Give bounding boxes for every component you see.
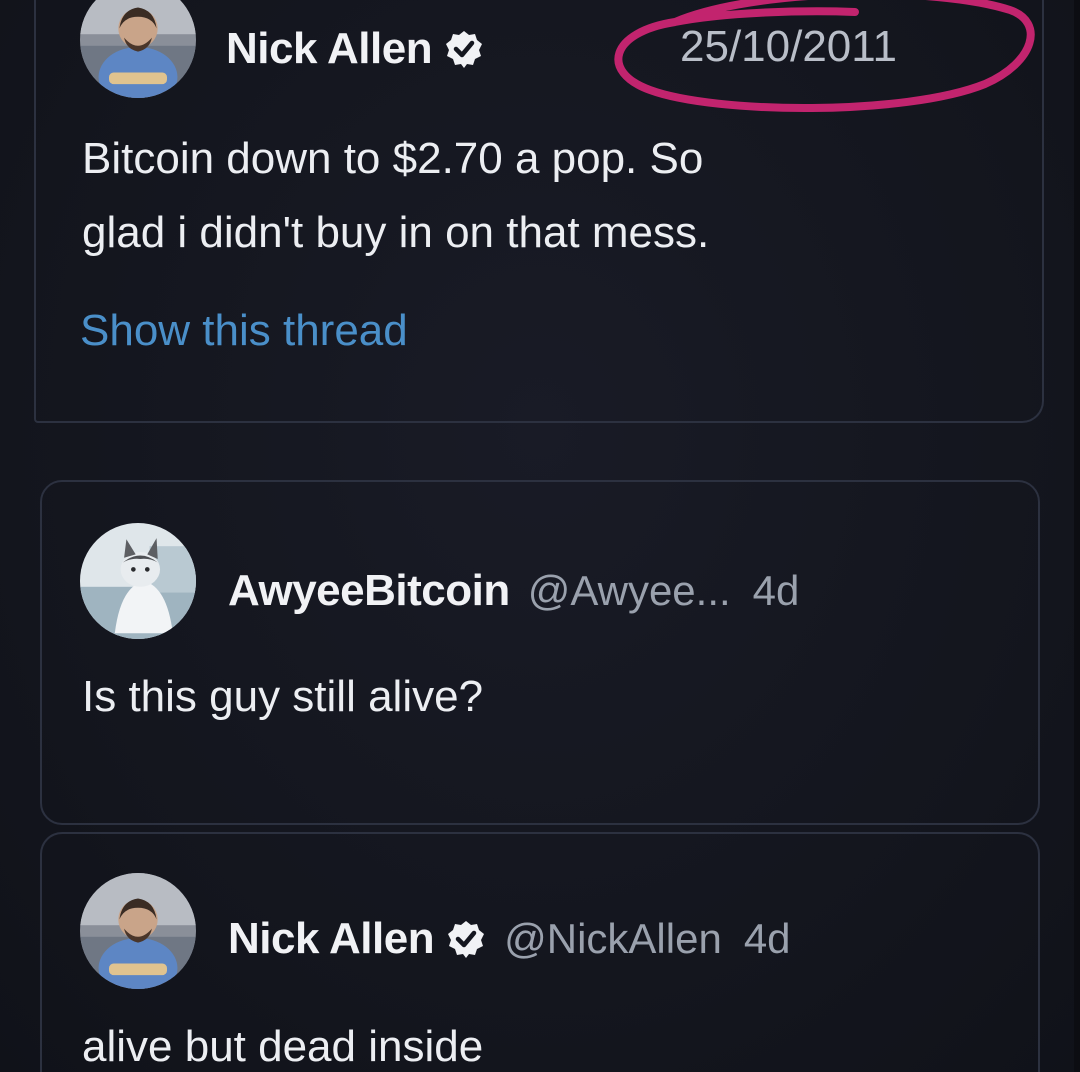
original-tweet-text-line-2: glad i didn't buy in on that mess.: [82, 208, 710, 257]
reply-1-text: Is this guy still alive?: [82, 672, 484, 721]
reply-2-text: alive but dead inside: [82, 1022, 484, 1071]
reply-2-handle[interactable]: @NickAllen: [504, 915, 722, 963]
awyeebitcoin-avatar[interactable]: [80, 523, 196, 639]
reply-card-awyeebitcoin[interactable]: [40, 480, 1040, 825]
reply-1-handle[interactable]: @Awyee...: [528, 567, 731, 615]
reply-2-time[interactable]: 4d: [744, 915, 791, 963]
verified-badge-icon: [444, 29, 484, 69]
show-this-thread-link[interactable]: Show this thread: [80, 306, 408, 356]
avatar-photo-icon: [80, 873, 196, 989]
reply-1-display-name[interactable]: AwyeeBitcoin: [228, 566, 510, 616]
original-tweet-text-line-1: Bitcoin down to $2.70 a pop. So: [82, 134, 704, 183]
author-display-name[interactable]: Nick Allen: [226, 24, 433, 74]
reply-2-header: Nick Allen @NickAllen 4d: [228, 914, 791, 964]
screen-edge: [1074, 0, 1080, 1072]
hand-drawn-circle-annotation: [614, 0, 1035, 113]
screenshot-stage: Nick Allen 25/10/2011 Bitcoin down to $2…: [0, 0, 1080, 1072]
cat-avatar-icon: [80, 523, 196, 639]
reply-2-display-name[interactable]: Nick Allen: [228, 914, 435, 964]
reply-1-time[interactable]: 4d: [753, 567, 800, 615]
nick-allen-reply-avatar[interactable]: [80, 873, 196, 989]
verified-badge-icon: [446, 919, 486, 959]
original-tweet-header: Nick Allen: [226, 24, 484, 74]
reply-1-header: AwyeeBitcoin @Awyee... 4d: [228, 566, 799, 616]
